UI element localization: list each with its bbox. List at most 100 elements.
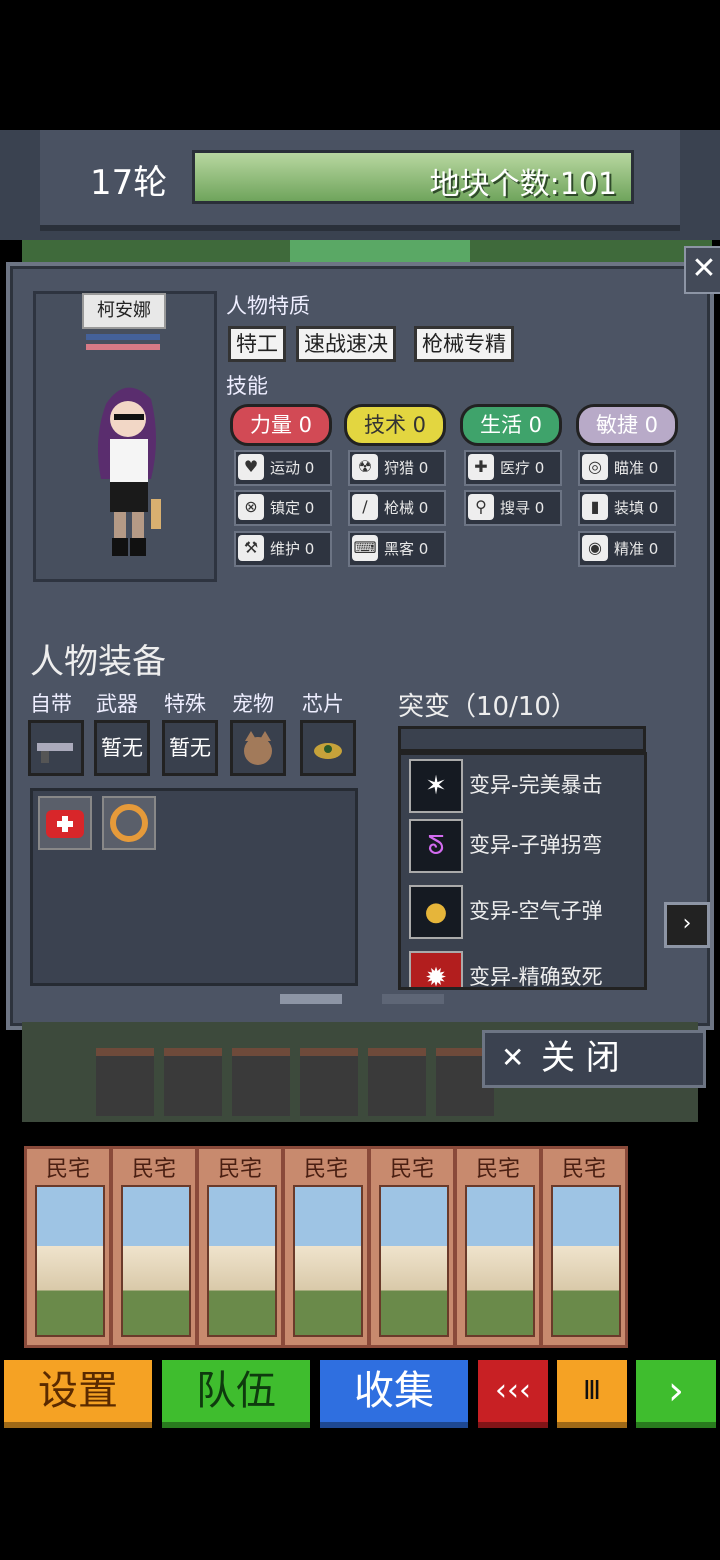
mutation-label: 变异-空气子弹 [469,899,603,923]
trait-tag[interactable]: 特工 [228,326,286,362]
attribute-pill[interactable]: 力量 0 [230,404,332,446]
house-card[interactable]: 民宅 [368,1146,456,1348]
trait-tag[interactable]: 枪械专精 [414,326,514,362]
slot-label: 自带 [30,692,72,716]
house-card[interactable]: 民宅 [110,1146,198,1348]
special-slot[interactable]: 暂无 [162,720,218,776]
house-image [207,1185,277,1337]
mutation-item[interactable]: ● 变异-空气子弹 [409,885,644,941]
close-button[interactable]: ✕ 关 闭 [482,1030,706,1088]
skill-label: 瞄准 0 [614,459,659,477]
settings-button[interactable]: 设置 [4,1360,152,1428]
pet-slot[interactable] [230,720,286,776]
mutation-label: 变异-精确致死 [469,965,603,989]
skill-item[interactable]: ◎ 瞄准 0 [578,450,676,486]
house-image [121,1185,191,1337]
scene-building [164,1048,222,1116]
stamina-bar [86,344,160,350]
tile-count-bar: 地块个数:101 [192,150,634,204]
eye-icon: ◉ [582,535,608,561]
forward-button[interactable]: › [636,1360,716,1428]
close-icon[interactable]: ✕ [684,246,720,294]
skill-label: 搜寻 0 [500,499,545,517]
mutations-title: 突变（10/10） [398,692,577,722]
skill-item[interactable]: ⚲ 搜寻 0 [464,490,562,526]
mutation-item[interactable]: ✶ 变异-完美暴击 [409,759,644,815]
mutation-label: 变异-完美暴击 [469,773,603,797]
attribute-pill[interactable]: 技术 0 [344,404,446,446]
equipment-title: 人物装备 [30,642,166,682]
house-image [379,1185,449,1337]
skill-label: 狩猎 0 [384,459,429,477]
house-image [465,1185,535,1337]
attribute-pill[interactable]: 生活 0 [460,404,562,446]
builtin-slot[interactable] [28,720,84,776]
slot-label: 宠物 [232,692,274,716]
skill-item[interactable]: ▮ 装填 0 [578,490,676,526]
skill-item[interactable]: ⚒ 维护 0 [234,531,332,567]
card-title: 民宅 [389,1157,434,1182]
cat-icon [244,731,272,765]
house-card[interactable]: 民宅 [24,1146,112,1348]
team-button[interactable]: 队伍 [162,1360,310,1428]
card-title: 民宅 [303,1157,348,1182]
skill-label: 镇定 0 [270,499,315,517]
skill-item[interactable]: ⌨ 黑客 0 [348,531,446,567]
medkit-icon: ✚ [468,454,494,480]
attribute-pill[interactable]: 敏捷 0 [576,404,678,446]
card-title: 民宅 [561,1157,606,1182]
knife-icon: ∕ [352,494,378,520]
revolver-icon [37,743,73,763]
pause-button[interactable]: Ⅲ [557,1360,627,1428]
mutations-progress [398,726,646,752]
house-image [551,1185,621,1337]
mutation-item[interactable]: ✹ 变异-精确致死 [409,951,644,989]
skills-heading: 技能 [226,374,268,398]
chip-icon [314,743,342,759]
skill-item[interactable]: ◉ 精准 0 [578,531,676,567]
weapon-slot[interactable]: 暂无 [94,720,150,776]
collect-button[interactable]: 收集 [320,1360,468,1428]
house-card[interactable]: 民宅 [540,1146,628,1348]
radiation-icon: ☢ [352,454,378,480]
chip-slot[interactable] [300,720,356,776]
skill-item[interactable]: ⊗ 镇定 0 [234,490,332,526]
rewind-button[interactable]: ‹‹‹ [478,1360,548,1428]
mutation-list: ✶ 变异-完美暴击 ᘕ 变异-子弹拐弯 ● 变异-空气子弹 ✹ 变异-精确致死 [398,752,647,990]
trait-tag[interactable]: 速战速决 [296,326,396,362]
card-title: 民宅 [217,1157,262,1182]
skill-item[interactable]: ♥ 运动 0 [234,450,332,486]
hacker-icon: ⌨ [352,535,378,561]
house-card[interactable]: 民宅 [196,1146,284,1348]
page-indicator-active [280,994,342,1004]
lethal-icon: ✹ [409,951,463,987]
skill-label: 枪械 0 [384,499,429,517]
house-image [293,1185,363,1337]
mutation-label: 变异-子弹拐弯 [469,833,603,857]
close-icon: ✕ [501,1041,525,1074]
mutation-item[interactable]: ᘕ 变异-子弹拐弯 [409,819,644,875]
skill-item[interactable]: ☢ 狩猎 0 [348,450,446,486]
skill-item[interactable]: ∕ 枪械 0 [348,490,446,526]
slot-label: 芯片 [302,692,344,716]
scene-building [232,1048,290,1116]
character-name: 柯安娜 [82,293,166,329]
house-card[interactable]: 民宅 [282,1146,370,1348]
skill-label: 黑客 0 [384,540,429,558]
close-label: 关 闭 [541,1038,620,1078]
skill-label: 维护 0 [270,540,315,558]
card-title: 民宅 [131,1157,176,1182]
skill-label: 装填 0 [614,499,659,517]
heart-icon: ♥ [238,454,264,480]
scene-building [368,1048,426,1116]
ring-icon[interactable] [102,796,156,850]
magazine-icon: ▮ [582,494,608,520]
skill-item[interactable]: ✚ 医疗 0 [464,450,562,486]
medkit-icon[interactable] [38,796,92,850]
traits-heading: 人物特质 [226,294,310,318]
air-bullet-icon: ● [409,885,463,939]
house-card[interactable]: 民宅 [454,1146,542,1348]
next-arrow-icon[interactable]: › [664,902,710,948]
page-indicator [382,994,444,1004]
scene-building [96,1048,154,1116]
